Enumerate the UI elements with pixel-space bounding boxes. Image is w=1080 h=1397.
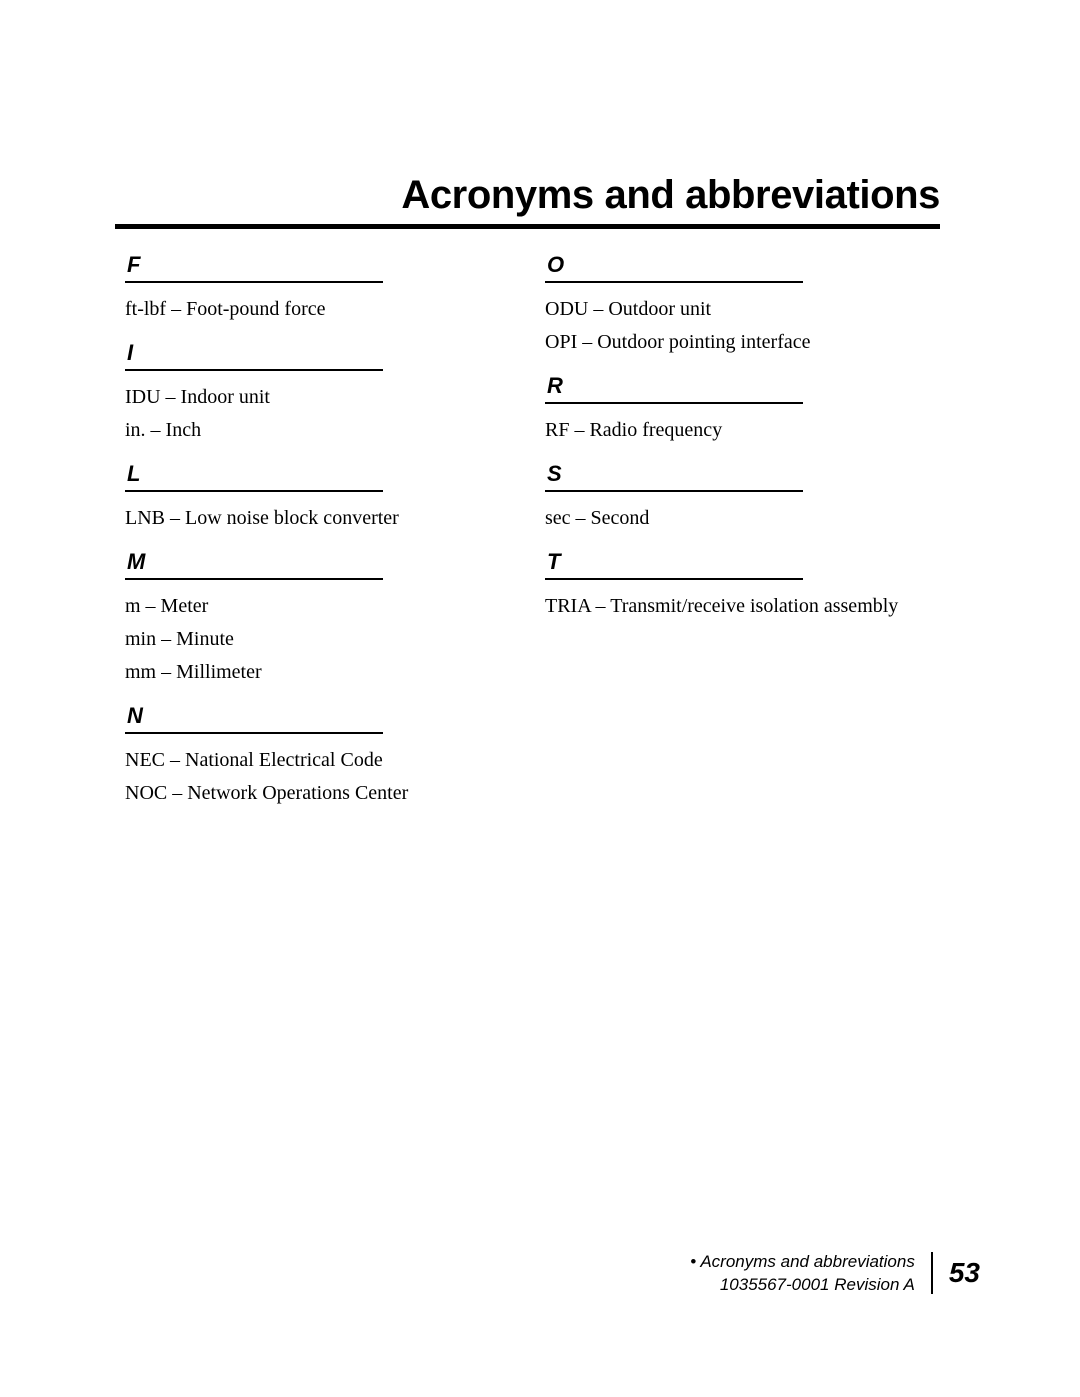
glossary-section: Ssec – Second [545, 461, 935, 535]
glossary-entry: in. – Inch [125, 419, 202, 441]
glossary-entry: IDU – Indoor unit [125, 386, 270, 408]
glossary-section: T TRIA – Transmit/receive isolation assem… [545, 549, 935, 623]
section-divider [545, 490, 803, 492]
title-divider [115, 224, 940, 229]
glossary-entry: NEC – National Electrical Code [125, 749, 383, 771]
glossary-entry: OPI – Outdoor pointing interface [545, 331, 811, 353]
glossary-entry: TRIA – Transmit/receive isolation assemb… [545, 595, 899, 617]
footer-chapter-line: • Acronyms and abbreviations [690, 1252, 915, 1271]
glossary-column-left: Fft-lbf – Foot-pound force I IDU – Indoor … [125, 252, 515, 824]
section-divider [125, 490, 383, 492]
footer-divider [930, 1252, 933, 1294]
glossary-entry: min – Minute [125, 628, 234, 650]
glossary-section: O ODU – Outdoor unit OPI – Outdoor pointin… [545, 252, 935, 359]
section-letter-heading: O [547, 252, 565, 277]
section-letter-heading: R [547, 373, 563, 398]
section-divider [545, 281, 803, 283]
glossary-section: L LNB – Low noise block converter [125, 461, 515, 535]
section-divider [125, 578, 383, 580]
section-divider [125, 369, 383, 371]
section-letter-heading: F [127, 252, 141, 277]
glossary-entry: sec – Second [545, 507, 650, 529]
glossary-entry: NOC – Network Operations Center [125, 782, 409, 804]
section-letter-heading: M [127, 549, 146, 574]
footer-document-line: 1035567-0001 Revision A [719, 1275, 915, 1294]
glossary-entry: mm – Millimeter [125, 661, 262, 683]
page-footer: • Acronyms and abbreviations 1035567-000… [620, 1248, 980, 1298]
section-divider [545, 402, 803, 404]
glossary-section: R RF – Radio frequency [545, 373, 935, 447]
section-letter-heading: N [127, 703, 143, 728]
page-header: Acronyms and abbreviations [115, 172, 940, 229]
glossary-entry: RF – Radio frequency [545, 419, 723, 441]
section-divider [125, 281, 383, 283]
section-letter-heading: T [547, 549, 561, 574]
document-page: Acronyms and abbreviations Fft-lbf – Foo… [0, 0, 1080, 1397]
page-number: 53 [948, 1257, 980, 1288]
footer-reference: • Acronyms and abbreviations 1035567-000… [690, 1250, 931, 1296]
glossary-entry: m – Meter [125, 595, 209, 617]
section-divider [545, 578, 803, 580]
section-letter-heading: L [127, 461, 141, 486]
glossary-column-right: O ODU – Outdoor unit OPI – Outdoor pointin… [545, 252, 935, 637]
glossary-entry: ft-lbf – Foot-pound force [125, 298, 326, 320]
section-letter-heading: I [127, 340, 134, 365]
glossary-entry: LNB – Low noise block converter [125, 507, 399, 529]
section-letter-heading: S [547, 461, 562, 486]
glossary-entry: ODU – Outdoor unit [545, 298, 712, 320]
glossary-section: I IDU – Indoor unit in. – Inch [125, 340, 515, 447]
glossary-section: Mm – Meter min – Minute mm – Millimeter [125, 549, 515, 689]
page-title: Acronyms and abbreviations [401, 173, 940, 217]
section-divider [125, 732, 383, 734]
glossary-section: N NEC – National Electrical Code NOC – Net… [125, 703, 515, 810]
glossary-section: Fft-lbf – Foot-pound force [125, 252, 515, 326]
